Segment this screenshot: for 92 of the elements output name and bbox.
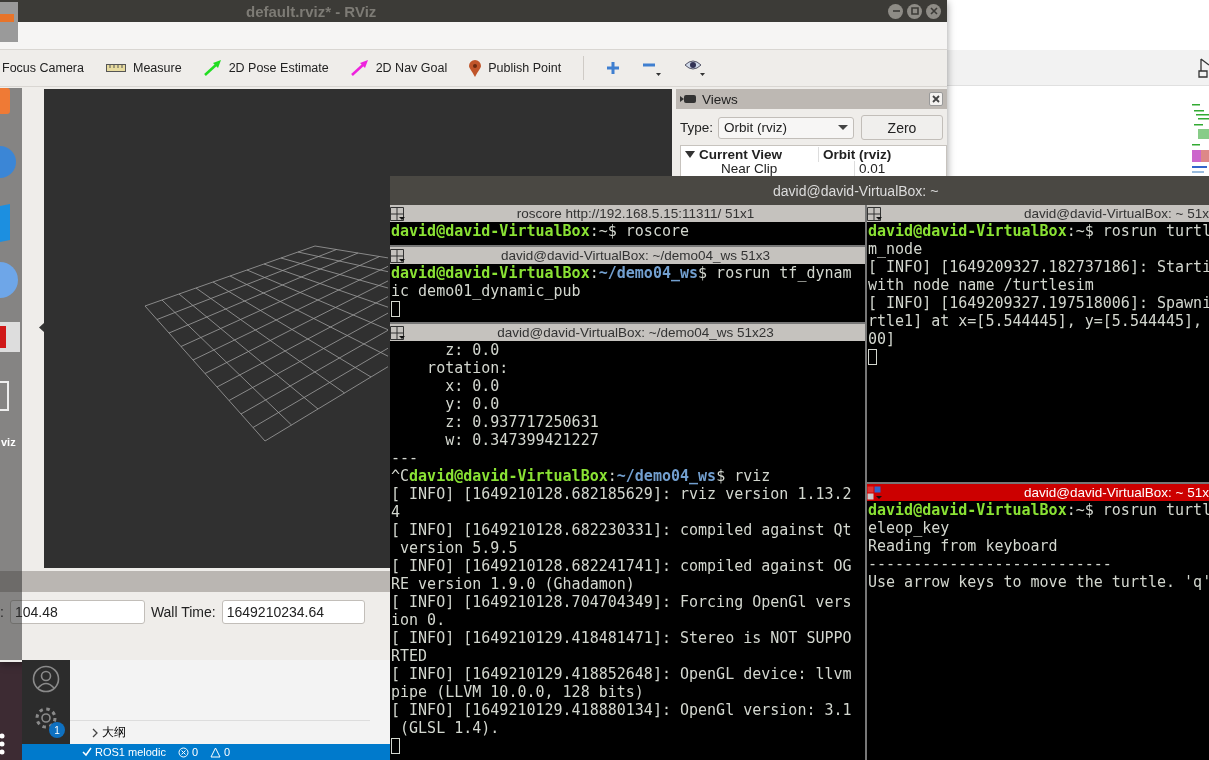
status-item[interactable]: 0 bbox=[210, 746, 231, 758]
pane-title: david@david-VirtualBox: ~/demo04_ws 51x23 bbox=[496, 325, 775, 340]
warning-icon bbox=[210, 746, 222, 758]
check-icon bbox=[82, 747, 92, 757]
notification-badge: 1 bbox=[49, 722, 65, 738]
account-icon[interactable] bbox=[32, 665, 60, 693]
property-value: Orbit (rviz) bbox=[822, 146, 892, 162]
split-menu-icon[interactable] bbox=[390, 325, 406, 340]
terminal-line: --------------------------- bbox=[867, 555, 1113, 573]
split-menu-icon[interactable] bbox=[867, 206, 883, 221]
text-cursor bbox=[391, 301, 400, 317]
pane-title: david@david-VirtualBox: ~/demo04_ws 51x3 bbox=[500, 248, 771, 263]
plus-icon[interactable] bbox=[606, 61, 621, 75]
terminal-line: david@david-VirtualBox:~$ roscore bbox=[390, 222, 691, 240]
terminal-line: RTED bbox=[390, 647, 429, 665]
terminal-line: rtle1] at x=[5.544445], y=[5.544445], bbox=[867, 312, 1204, 330]
terminal-line: [ INFO] [1649210128.682185629]: rviz version 1.13.2 bbox=[390, 485, 853, 503]
terminal-line: y: 0.0 bbox=[444, 395, 501, 413]
terminal-line: ic demo01_dynamic_pub bbox=[390, 282, 582, 300]
terminal-line: pipe (LLVM 10.0.0, 128 bits) bbox=[390, 683, 645, 701]
terminal-line: [ INFO] [1649210129.418880134]: OpenGl version: 3.1 bbox=[390, 701, 853, 719]
close-icon bbox=[929, 7, 938, 15]
terminal-line: z: 0.0 bbox=[444, 341, 501, 359]
status-item[interactable]: 0 bbox=[177, 746, 199, 758]
minimize-button[interactable] bbox=[888, 3, 903, 19]
terminal-line: david@david-VirtualBox:~$ rosrun turtl bbox=[867, 222, 1209, 240]
pane-title: david@david-VirtualBox: ~ 51x bbox=[1023, 206, 1209, 221]
terminal-line: david@david-VirtualBox:~/demo04_ws$ rosrun tf_dynam bbox=[390, 264, 853, 282]
tool-button[interactable]: Focus Camera bbox=[2, 61, 84, 75]
split-menu-icon[interactable] bbox=[867, 485, 883, 500]
split-menu-icon[interactable] bbox=[390, 206, 406, 221]
terminal-line: [ INFO] [1649210129.418852648]: OpenGL device: llvm bbox=[390, 665, 853, 683]
pane-title: david@david-VirtualBox: ~ 51x bbox=[1023, 485, 1209, 500]
terminal-line: [ INFO] [1649210128.682230331]: compiled against Qt bbox=[390, 521, 853, 539]
zero-button[interactable]: Zero bbox=[861, 115, 943, 140]
tool-button[interactable]: 2D Pose Estimate bbox=[203, 60, 329, 76]
terminal-line: m_node bbox=[867, 240, 924, 258]
time-field[interactable]: 104.48 bbox=[9, 600, 145, 624]
tool-button[interactable]: 2D Nav Goal bbox=[350, 60, 448, 76]
type-dropdown[interactable]: Orbit (rviz) bbox=[718, 116, 855, 139]
dropdown-caret-icon bbox=[838, 125, 849, 130]
pane-title: roscore http://192.168.5.15:11311/ 51x1 bbox=[515, 206, 756, 221]
tool-button[interactable]: Measure bbox=[106, 61, 182, 75]
terminal-line: david@david-VirtualBox:~$ rosrun turtl bbox=[867, 501, 1209, 519]
terminal-line: RE version 1.9.0 (Ghadamon) bbox=[390, 575, 636, 593]
ruler-icon bbox=[106, 64, 126, 72]
field-label: Type: bbox=[680, 120, 714, 135]
terminal-line: Reading from keyboard bbox=[867, 537, 1059, 555]
window-title: default.rviz* - RViz bbox=[245, 2, 378, 20]
maximize-button[interactable] bbox=[907, 3, 922, 19]
minimize-icon bbox=[891, 7, 900, 15]
text-cursor bbox=[868, 349, 877, 365]
expanded-arrow-icon[interactable] bbox=[685, 150, 695, 158]
terminal-line: eleop_key bbox=[867, 519, 951, 537]
terminal-line: (GLSL 1.4). bbox=[399, 719, 501, 737]
property-name: Current View bbox=[699, 146, 783, 162]
split-menu-icon[interactable] bbox=[390, 248, 406, 263]
terminal-line: version 5.9.5 bbox=[399, 539, 519, 557]
terminal-line: w: 0.347399421227 bbox=[444, 431, 600, 449]
collapse-arrow-icon[interactable] bbox=[39, 322, 44, 332]
panel-title: Views bbox=[702, 91, 739, 107]
status-item[interactable]: ROS1 melodic bbox=[82, 746, 166, 758]
close-button[interactable] bbox=[929, 92, 943, 106]
text-cursor bbox=[391, 738, 400, 754]
property-name: Near Clip bbox=[721, 160, 778, 176]
window-title: david@david-VirtualBox: ~ bbox=[390, 176, 1209, 205]
chevron-right-icon bbox=[92, 727, 98, 738]
close-icon bbox=[932, 95, 940, 103]
terminal-line: with node name /turtlesim bbox=[867, 276, 1095, 294]
location-pin-icon bbox=[469, 59, 482, 77]
terminal-line: z: 0.937717250631 bbox=[444, 413, 600, 431]
field-label: Wall Time: bbox=[150, 604, 216, 620]
error-icon bbox=[177, 746, 189, 758]
terminal-line: [ INFO] [1649210129.418481471]: Stereo is NOT SUPPO bbox=[390, 629, 853, 647]
terminal-line: rotation: bbox=[426, 359, 510, 377]
terminal-line: x: 0.0 bbox=[444, 377, 501, 395]
splitter-bar[interactable] bbox=[0, 571, 390, 592]
terminal-line: --- bbox=[390, 449, 420, 467]
terminal-line: ^Cdavid@david-VirtualBox:~/demo04_ws$ rviz bbox=[390, 467, 772, 485]
terminal-line: [ INFO] [1649210128.682241741]: compiled against OG bbox=[390, 557, 853, 575]
terminal-line: 00] bbox=[867, 330, 897, 348]
terminal-line: [ INFO] [1649210128.704704349]: Forcing OpenGl vers bbox=[390, 593, 853, 611]
camera-icon bbox=[680, 94, 696, 104]
terminal-line: 4 bbox=[390, 503, 402, 521]
tool-button[interactable]: Publish Point bbox=[469, 59, 562, 77]
app-label[interactable]: viz bbox=[1, 436, 16, 448]
terminal-line: ion 0. bbox=[390, 611, 447, 629]
field-label: : bbox=[0, 604, 4, 620]
eye-icon[interactable] bbox=[684, 59, 707, 77]
time-field[interactable]: 1649210234.64 bbox=[221, 600, 365, 624]
terminal-line: Use arrow keys to move the turtle. 'q' bbox=[867, 573, 1209, 591]
maximize-icon bbox=[910, 7, 919, 15]
